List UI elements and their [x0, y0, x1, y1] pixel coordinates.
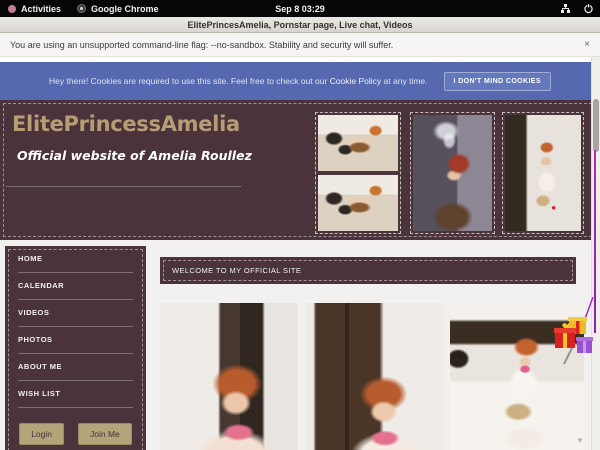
sidebar-divider: [18, 407, 133, 408]
photo-gallery: [160, 303, 590, 450]
cookie-message-post: at any time.: [381, 76, 427, 86]
gnome-top-bar: Activities Google Chrome Sep 8 03:29: [0, 0, 600, 17]
sidebar-item-wish-list[interactable]: WISH LIST: [5, 381, 146, 408]
welcome-heading-bar: WELCOME TO MY OFFICIAL SITE: [160, 257, 576, 284]
sidebar-item-about-me[interactable]: ABOUT ME: [5, 354, 146, 381]
gallery-photo-2[interactable]: [305, 303, 443, 450]
activities-icon: [8, 5, 16, 13]
header-thumb-1[interactable]: [313, 110, 403, 236]
window-title: ElitePrincesAmelia, Pornstar page, Live …: [188, 20, 413, 30]
cookie-accept-button[interactable]: I DON'T MIND COOKIES: [444, 72, 551, 91]
cookie-banner: Hey there! Cookies are required to use t…: [0, 62, 600, 100]
chrome-icon: [77, 4, 86, 13]
sidebar-buttons: Login Join Me: [5, 423, 146, 445]
sidebar-label: ABOUT ME: [18, 362, 133, 371]
site-tagline: Official website of Amelia Roullez: [17, 148, 252, 163]
activities-button[interactable]: Activities: [0, 0, 69, 17]
page-body: HOME CALENDAR VIDEOS PHOTOS ABOUT ME: [0, 240, 600, 450]
sidebar: HOME CALENDAR VIDEOS PHOTOS ABOUT ME: [5, 246, 146, 450]
photo-smoking: [413, 115, 492, 231]
cookie-message: Hey there! Cookies are required to use t…: [49, 76, 427, 86]
sidebar-label: HOME: [18, 254, 133, 263]
login-button[interactable]: Login: [19, 423, 64, 445]
activities-label: Activities: [21, 4, 61, 14]
site-header: ElitePrincessAmelia Official website of …: [0, 100, 600, 240]
photo-couch-bottom: [318, 175, 398, 231]
sidebar-item-photos[interactable]: PHOTOS: [5, 327, 146, 354]
header-thumb-3[interactable]: [500, 110, 586, 236]
app-menu-label: Google Chrome: [91, 4, 159, 14]
screen: Activities Google Chrome Sep 8 03:29 Eli…: [0, 0, 600, 450]
photo-couch-top: [318, 115, 398, 171]
app-menu-button[interactable]: Google Chrome: [69, 0, 167, 17]
page-viewport: Hey there! Cookies are required to use t…: [0, 57, 600, 450]
cookie-message-pre: Hey there! Cookies are required to use t…: [49, 76, 330, 86]
sidebar-item-videos[interactable]: VIDEOS: [5, 300, 146, 327]
cookie-policy-link[interactable]: Cookie Policy: [330, 76, 382, 86]
infobar-close-icon[interactable]: ×: [584, 39, 590, 50]
photo-bed-teddy: [505, 115, 581, 231]
power-icon: [583, 3, 594, 14]
sidebar-label: PHOTOS: [18, 335, 133, 344]
sidebar-label: WISH LIST: [18, 389, 133, 398]
window-titlebar[interactable]: ElitePrincesAmelia, Pornstar page, Live …: [0, 17, 600, 33]
join-me-button[interactable]: Join Me: [78, 423, 132, 445]
welcome-heading: WELCOME TO MY OFFICIAL SITE: [160, 266, 301, 275]
sidebar-item-home[interactable]: HOME: [5, 246, 146, 273]
gallery-photo-1[interactable]: [160, 303, 298, 450]
header-divider: [6, 186, 241, 187]
site-title[interactable]: ElitePrincessAmelia: [12, 112, 240, 136]
sidebar-label: VIDEOS: [18, 308, 133, 317]
sidebar-label: CALENDAR: [18, 281, 133, 290]
header-thumb-2[interactable]: [408, 110, 497, 236]
system-tray[interactable]: [560, 0, 594, 17]
infobar-message: You are using an unsupported command-lin…: [0, 40, 393, 50]
scrollbar-thumb[interactable]: [593, 99, 599, 152]
sidebar-item-calendar[interactable]: CALENDAR: [5, 273, 146, 300]
scroll-down-arrow[interactable]: ▼: [576, 436, 584, 445]
gift-widget[interactable]: [552, 297, 596, 372]
gifts-icon: [552, 297, 596, 367]
network-icon: [560, 3, 571, 14]
chrome-infobar: You are using an unsupported command-lin…: [0, 33, 600, 57]
